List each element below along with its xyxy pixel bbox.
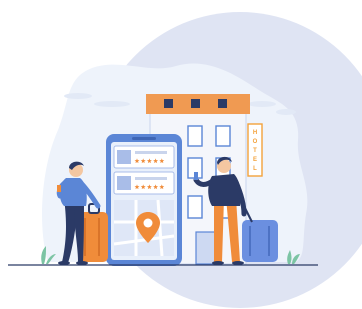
woman-phone: [57, 185, 61, 192]
man-phone: [194, 172, 198, 180]
hotel-sign: HOTEL: [247, 123, 263, 177]
hotel-sign-letter: H: [253, 130, 257, 136]
hotel-sign-letter: O: [253, 139, 258, 145]
hotel-sign-letter: T: [253, 148, 257, 154]
hotel-door: [195, 231, 217, 265]
smartphone: [106, 134, 182, 266]
review-text-line: [135, 151, 167, 154]
man-suitcase: [242, 220, 278, 262]
hotel-sign-letter: L: [253, 166, 257, 172]
travel-hotel-booking-illustration: HOTEL: [8, 12, 362, 308]
review-thumbnail: [117, 150, 131, 164]
phone-speaker: [132, 137, 156, 140]
roof-window: [218, 99, 227, 108]
review-thumbnail: [117, 176, 131, 190]
review-text-line: [135, 177, 167, 180]
roof-window: [191, 99, 200, 108]
roof-window: [164, 99, 173, 108]
hotel-sign-letter: E: [253, 157, 257, 163]
